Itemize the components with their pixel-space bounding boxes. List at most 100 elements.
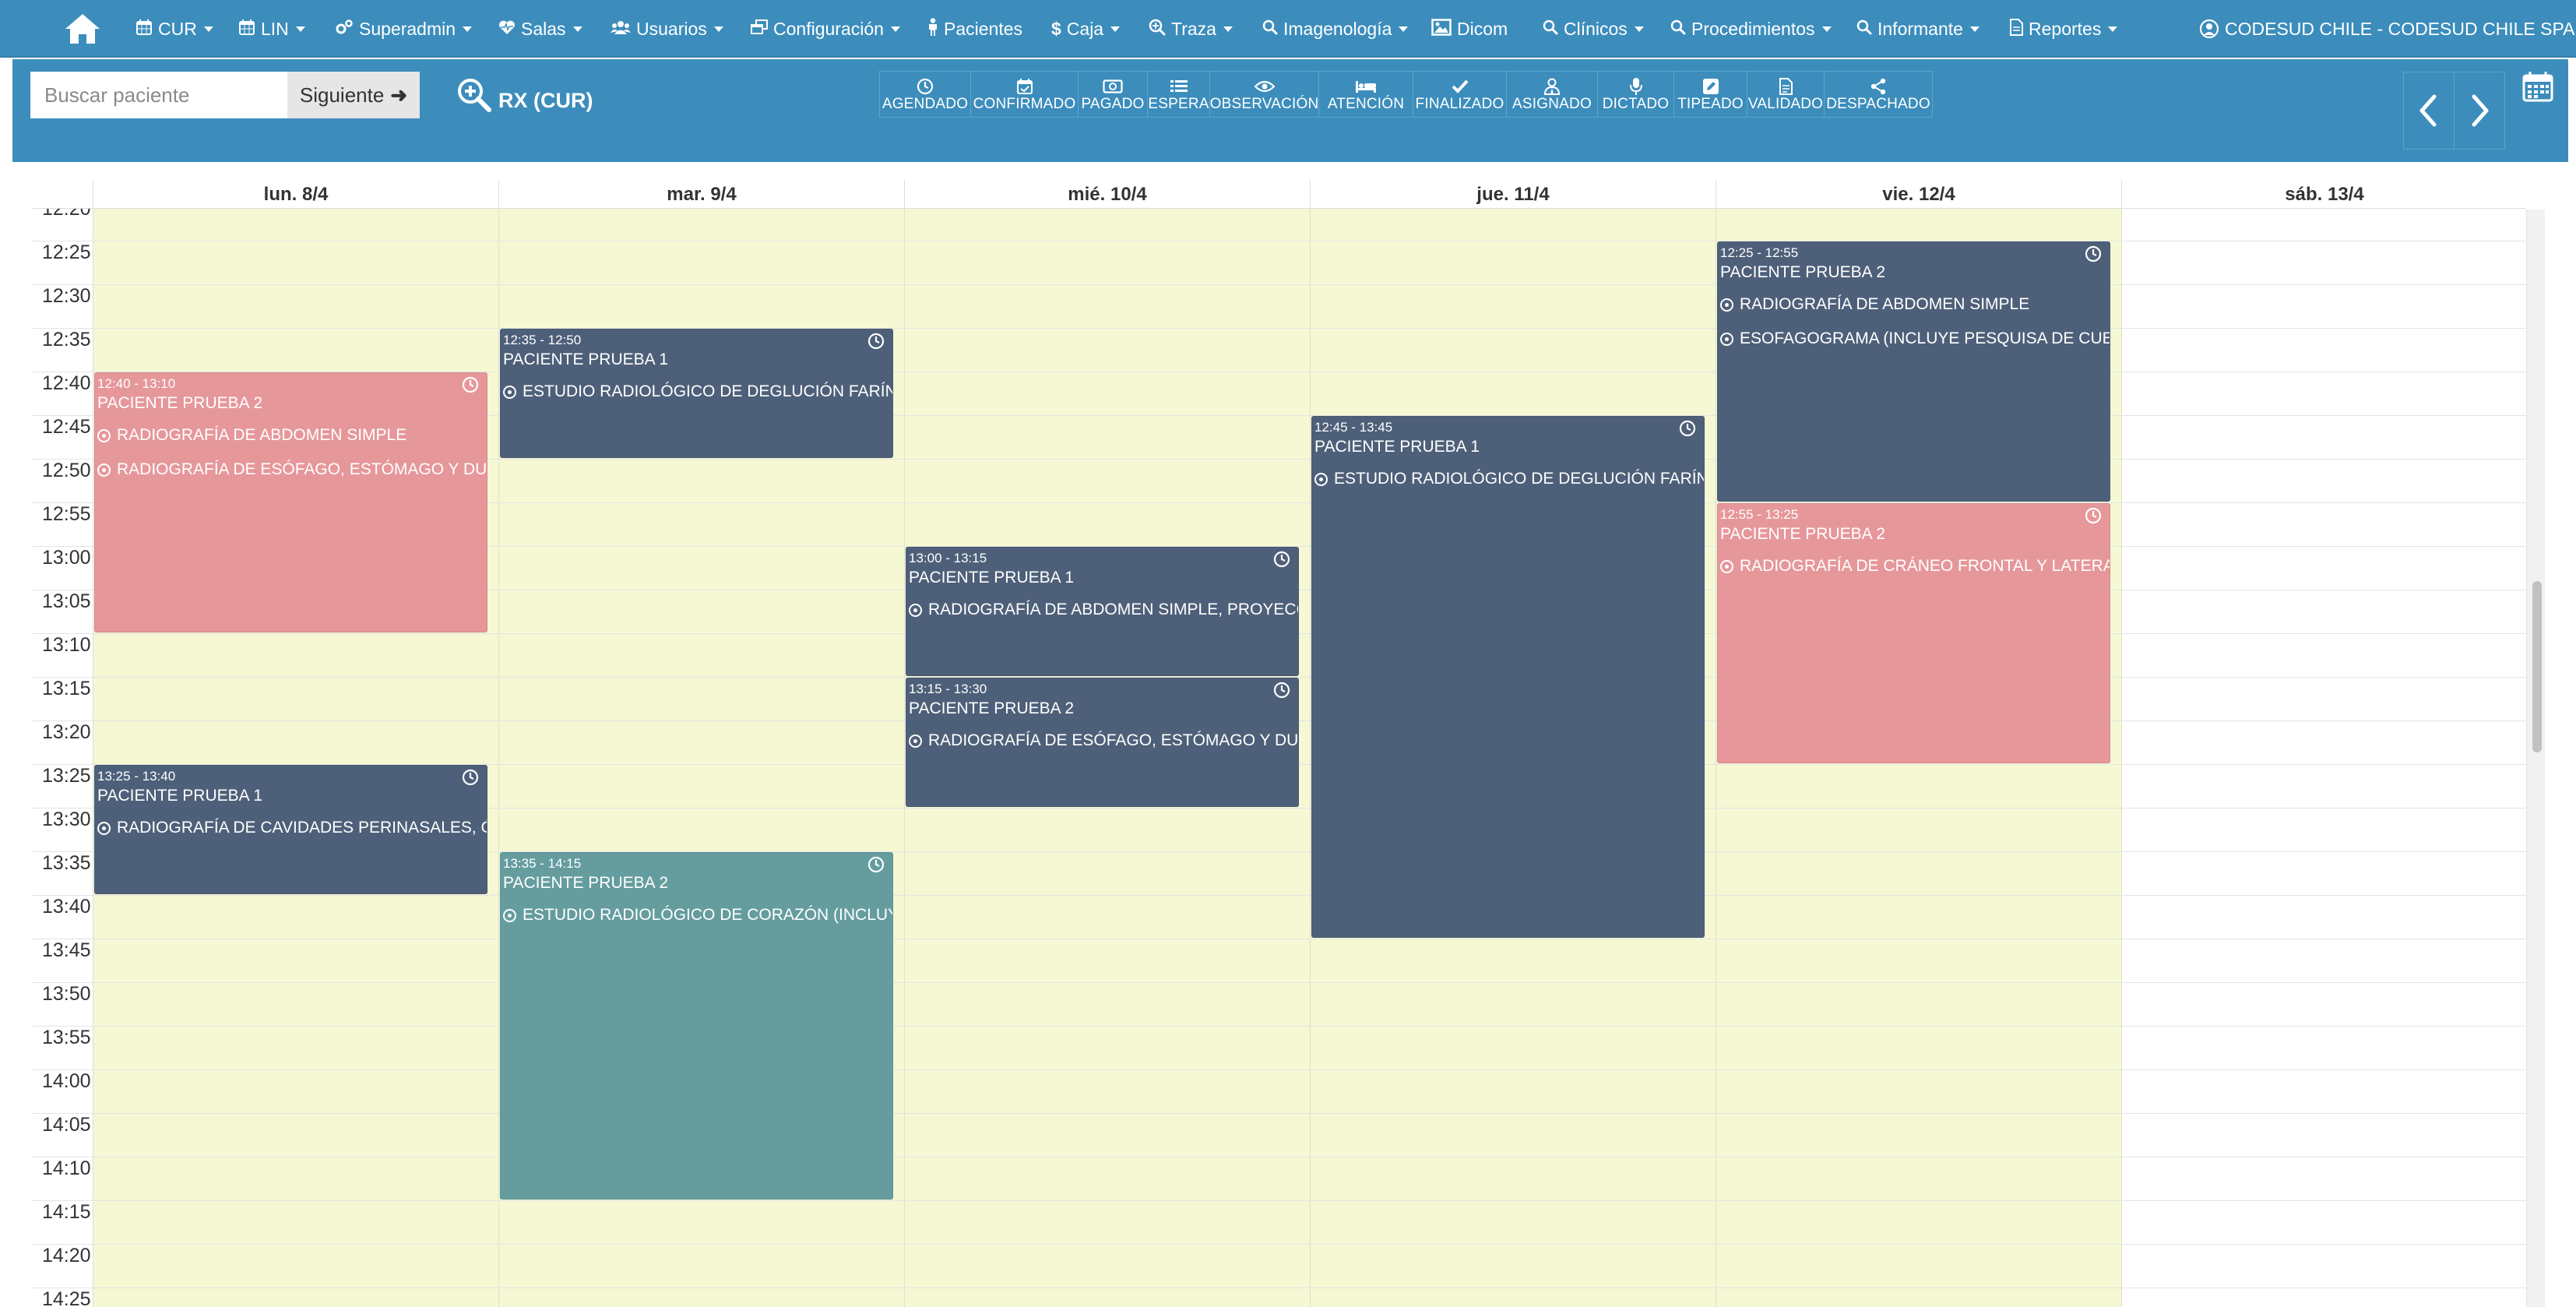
nav-item-cur[interactable]: CUR	[135, 0, 213, 58]
event-procedure: RADIOGRAFÍA DE ESÓFAGO, ESTÓMAGO Y DUODE…	[97, 460, 487, 479]
status-label: DESPACHADO	[1826, 96, 1930, 112]
share-icon	[1870, 76, 1887, 97]
appointment-event[interactable]: 13:25 - 13:40 PACIENTE PRUEBA 1 RADIOGRAFÍ…	[94, 765, 487, 894]
appointment-event[interactable]: 12:40 - 13:10 PACIENTE PRUEBA 2 RADIOGRAFÍ…	[94, 372, 487, 632]
time-slot-line	[31, 982, 2526, 983]
time-slot-line	[31, 328, 2526, 329]
calendar-grid: 12:20 12:25 12:30 12:35 12:40 12:45 12:50 12:55…	[31, 198, 2526, 1307]
status-label: ASIGNADO	[1512, 96, 1592, 112]
dot-circle-icon	[1720, 332, 1733, 346]
scrollbar-thumb[interactable]	[2532, 581, 2542, 752]
chevron-down-icon	[572, 26, 582, 32]
dot-circle-icon	[503, 385, 516, 399]
status-asignado-button[interactable]: ASIGNADO	[1506, 71, 1598, 118]
status-tipeado-button[interactable]: TIPEADO	[1673, 71, 1747, 118]
clock-icon	[462, 376, 479, 397]
event-patient: PACIENTE PRUEBA 2	[1720, 525, 1886, 543]
status-confirmado-button[interactable]: CONFIRMADO	[970, 71, 1079, 118]
status-observacion-button[interactable]: OBSERVACIÓN	[1209, 71, 1319, 118]
edit-icon	[1702, 76, 1719, 97]
nav-item-caja[interactable]: $ Caja	[1051, 0, 1121, 58]
scrollbar-track[interactable]	[2526, 210, 2545, 1307]
nav-item-imagenologia[interactable]: Imagenología	[1262, 0, 1409, 58]
windows-icon	[751, 19, 768, 38]
home-link[interactable]	[64, 12, 101, 46]
clock-icon	[462, 769, 479, 790]
calendar-icon	[238, 19, 255, 39]
procedure-label: ESOFAGOGRAMA (INCLUYE PESQUISA DE CUERPO…	[1740, 329, 2110, 347]
procedure-label: RADIOGRAFÍA DE ABDOMEN SIMPLE	[117, 426, 407, 444]
search-patient-input[interactable]	[30, 72, 287, 118]
status-atencion-button[interactable]: ATENCIÓN	[1318, 71, 1413, 118]
day-header: sáb. 13/4	[2121, 180, 2526, 209]
search-plus-icon	[1149, 19, 1166, 39]
status-pagado-button[interactable]: PAGADO	[1078, 71, 1148, 118]
appointment-event[interactable]: 12:45 - 13:45 PACIENTE PRUEBA 1 ESTUDIO RA…	[1311, 416, 1705, 938]
nav-item-traza[interactable]: Traza	[1149, 0, 1233, 58]
status-label: DICTADO	[1602, 96, 1670, 112]
appointment-event[interactable]: 12:35 - 12:50 PACIENTE PRUEBA 1 ESTUDIO RA…	[500, 329, 893, 458]
time-slot-line	[31, 1200, 2526, 1201]
search-icon	[1670, 19, 1686, 38]
appointment-event[interactable]: 12:55 - 13:25 PACIENTE PRUEBA 2 RADIOGRAFÍ…	[1717, 503, 2110, 763]
event-time: 13:15 - 13:30	[909, 682, 987, 696]
account-label: CODESUD CHILE - CODESUD CHILE SPA	[2225, 18, 2575, 39]
nav-item-informante[interactable]: Informante	[1856, 0, 1980, 58]
nav-item-label: Informante	[1877, 18, 1963, 39]
dot-circle-icon	[909, 603, 922, 617]
nav-item-label: Reportes	[2029, 18, 2102, 39]
time-label: 12:30	[42, 285, 91, 307]
status-label: OBSERVACIÓN	[1209, 96, 1319, 112]
nav-item-reportes[interactable]: Reportes	[2009, 0, 2118, 58]
nav-item-configuracion[interactable]: Configuración	[751, 0, 900, 58]
next-button-label: Siguiente	[299, 83, 385, 107]
status-despachado-button[interactable]: DESPACHADO	[1824, 71, 1933, 118]
heart-icon	[498, 19, 516, 38]
time-label: 13:10	[42, 634, 91, 656]
prev-week-button[interactable]	[2403, 72, 2455, 150]
next-button[interactable]: Siguiente ➜	[287, 72, 420, 118]
nav-item-salas[interactable]: Salas	[498, 0, 582, 58]
file-icon	[2009, 19, 2023, 39]
time-label: 12:35	[42, 329, 91, 351]
users-icon	[611, 19, 631, 38]
room-selector[interactable]: RX (CUR)	[456, 72, 593, 118]
nav-item-usuarios[interactable]: Usuarios	[611, 0, 723, 58]
appointment-event[interactable]: 12:25 - 12:55 PACIENTE PRUEBA 2 RADIOGRAFÍ…	[1717, 241, 2110, 502]
search-icon	[1543, 19, 1558, 38]
nav-item-clinicos[interactable]: Clínicos	[1543, 0, 1644, 58]
nav-item-superadmin[interactable]: Superadmin	[335, 0, 473, 58]
next-week-button[interactable]	[2454, 72, 2505, 150]
nav-item-dicom[interactable]: Dicom	[1431, 0, 1508, 58]
account-menu[interactable]: CODESUD CHILE - CODESUD CHILE SPA	[2199, 0, 2576, 58]
chevron-down-icon	[203, 26, 213, 32]
nav-item-pacientes[interactable]: Pacientes	[927, 0, 1022, 58]
procedure-label: RADIOGRAFÍA DE ABDOMEN SIMPLE, PROYECCIÓ…	[928, 601, 1298, 618]
status-agendado-button[interactable]: AGENDADO	[879, 71, 971, 118]
calendar-picker-button[interactable]	[2521, 70, 2554, 107]
nav-item-label: Superadmin	[359, 18, 456, 39]
appointment-event[interactable]: 13:35 - 14:15 PACIENTE PRUEBA 2 ESTUDIO RA…	[500, 852, 893, 1200]
dot-circle-icon	[1720, 298, 1733, 312]
appointment-event[interactable]: 13:15 - 13:30 PACIENTE PRUEBA 2 RADIOGRAFÍ…	[906, 678, 1299, 807]
money-icon	[1103, 76, 1123, 97]
chevron-down-icon	[295, 26, 305, 32]
time-slot-line	[31, 895, 2526, 896]
chevron-down-icon	[713, 26, 723, 32]
chevron-left-icon	[2419, 94, 2437, 127]
status-espera-button[interactable]: ESPERA	[1147, 71, 1210, 118]
day-column[interactable]	[2121, 209, 2526, 1307]
procedure-label: ESTUDIO RADIOLÓGICO DE DEGLUCIÓN FARÍNGE…	[523, 382, 893, 400]
status-dictado-button[interactable]: DICTADO	[1597, 71, 1674, 118]
status-validado-button[interactable]: VALIDADO	[1747, 71, 1825, 118]
event-time: 12:25 - 12:55	[1720, 245, 1799, 260]
room-label: RX (CUR)	[498, 88, 593, 112]
eye-icon	[1254, 76, 1275, 97]
dollar-icon: $	[1051, 18, 1061, 39]
status-finalizado-button[interactable]: FINALIZADO	[1413, 71, 1507, 118]
nav-item-lin[interactable]: LIN	[238, 0, 305, 58]
status-filter-group: AGENDADO CONFIRMADO PAGADO ESPERA OBSERVACIÓ…	[879, 71, 1933, 118]
nav-item-procedimientos[interactable]: Procedimientos	[1670, 0, 1832, 58]
appointment-event[interactable]: 13:00 - 13:15 PACIENTE PRUEBA 1 RADIOGRAFÍ…	[906, 547, 1299, 676]
procedure-label: RADIOGRAFÍA DE ABDOMEN SIMPLE	[1740, 295, 2030, 313]
